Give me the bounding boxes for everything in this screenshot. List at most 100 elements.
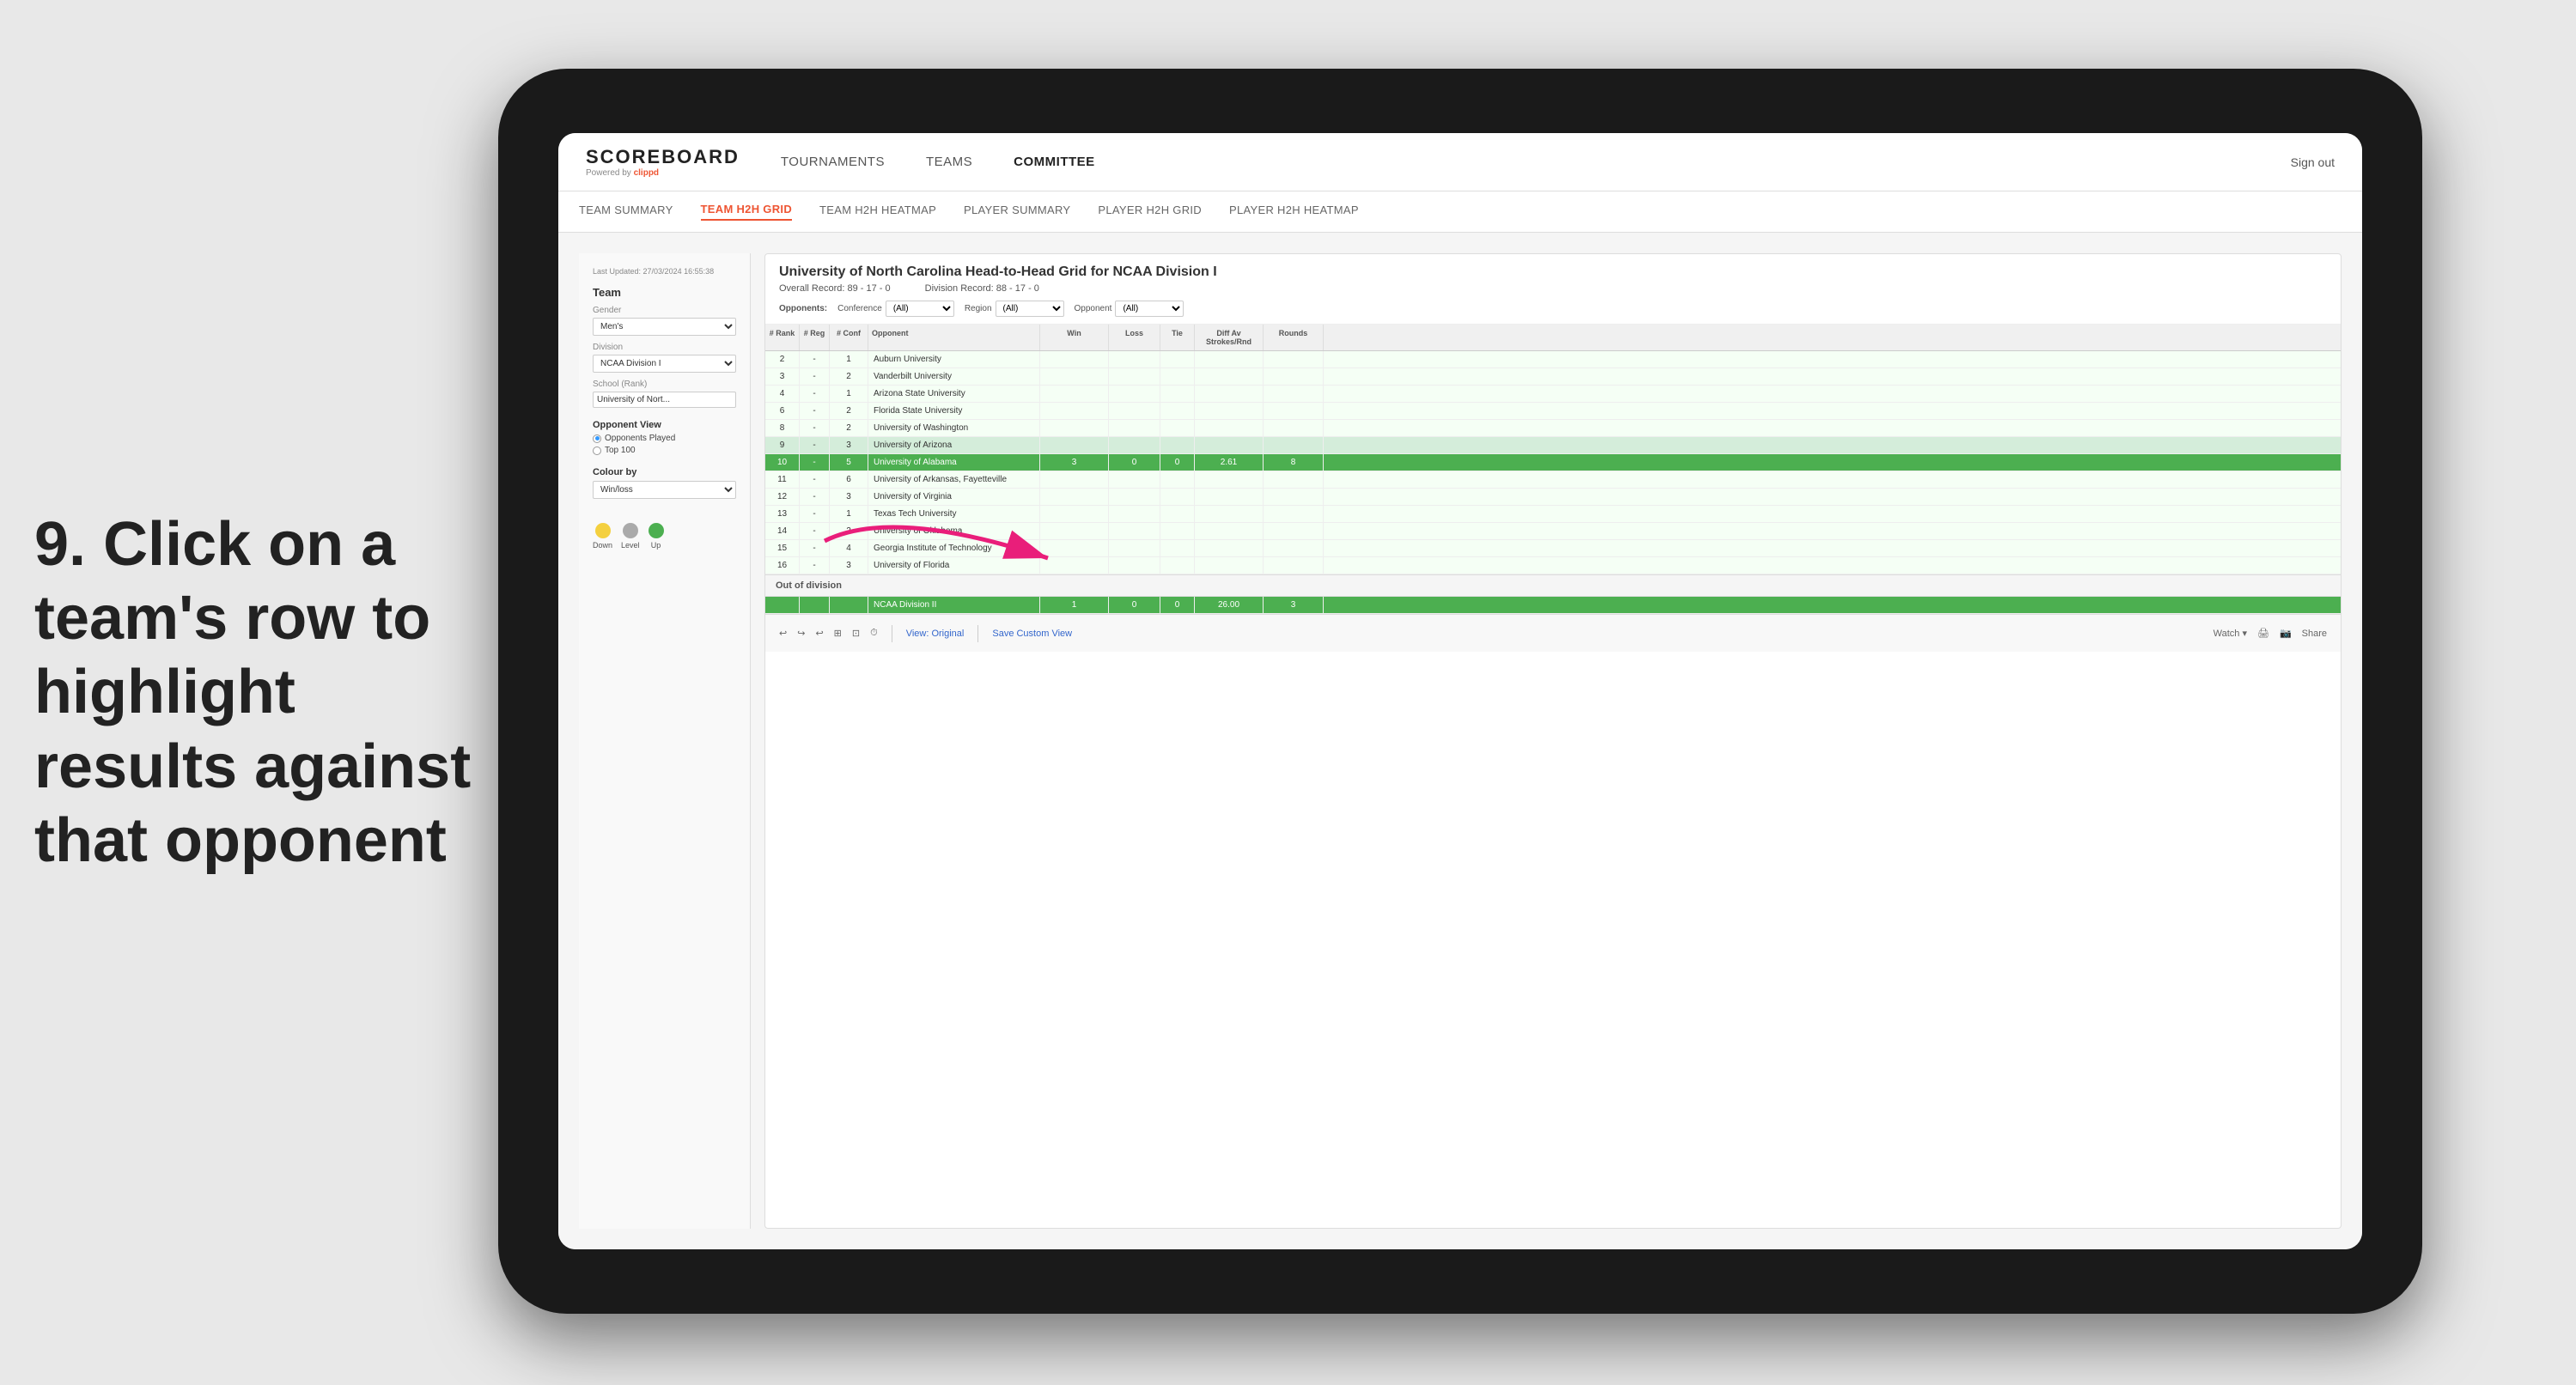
- cell-opponent: University of Oklahoma: [868, 523, 1040, 539]
- cell-rounds: [1264, 403, 1324, 419]
- cell-rank-ood: [765, 597, 800, 613]
- conference-select[interactable]: (All): [886, 301, 954, 317]
- logo-brand: clippd: [634, 168, 659, 178]
- sign-out-button[interactable]: Sign out: [2291, 155, 2335, 169]
- cell-reg: -: [800, 403, 830, 419]
- cell-reg-ood: [800, 597, 830, 613]
- tab-team-h2h-grid[interactable]: TEAM H2H GRID: [701, 203, 792, 221]
- cell-reg: -: [800, 540, 830, 556]
- table-row[interactable]: 4 - 1 Arizona State University: [765, 386, 2341, 403]
- opponent-view-title: Opponent View: [593, 420, 736, 430]
- cell-conf: 5: [830, 454, 868, 471]
- cell-win: [1040, 506, 1109, 522]
- last-updated: Last Updated: 27/03/2024 16:55:38: [593, 267, 736, 276]
- redo-button[interactable]: ↪: [797, 628, 805, 639]
- cell-opponent: Georgia Institute of Technology: [868, 540, 1040, 556]
- view-original-button[interactable]: View: Original: [906, 629, 965, 639]
- gender-select[interactable]: Men's: [593, 318, 736, 336]
- legend-down: Down: [593, 523, 612, 550]
- table-row[interactable]: 16 - 3 University of Florida: [765, 557, 2341, 574]
- cell-rank: 9: [765, 437, 800, 453]
- tab-player-summary[interactable]: PLAYER SUMMARY: [964, 203, 1070, 220]
- cell-loss: [1109, 403, 1160, 419]
- cell-reg: -: [800, 437, 830, 453]
- cell-opponent: University of Arizona: [868, 437, 1040, 453]
- cell-diff: [1195, 540, 1264, 556]
- cell-conf: 4: [830, 540, 868, 556]
- cell-loss: [1109, 471, 1160, 488]
- cell-conf: 1: [830, 506, 868, 522]
- cell-opponent: Auburn University: [868, 351, 1040, 368]
- cell-loss: [1109, 368, 1160, 385]
- nav-tournaments[interactable]: TOURNAMENTS: [781, 155, 885, 169]
- cell-tie: [1160, 557, 1195, 574]
- print-button[interactable]: 🖨: [2257, 628, 2269, 639]
- cell-diff: [1195, 437, 1264, 453]
- opponent-select[interactable]: (All): [1115, 301, 1184, 317]
- opponent-label: Opponent: [1075, 304, 1112, 313]
- clock-button[interactable]: ⏱: [870, 628, 878, 639]
- undo-button[interactable]: ↩: [779, 628, 787, 639]
- table-row[interactable]: 11 - 6 University of Arkansas, Fayettevi…: [765, 471, 2341, 489]
- scene: 9. Click on a team's row to highlight re…: [0, 0, 2576, 1385]
- cell-rounds: [1264, 471, 1324, 488]
- copy-button[interactable]: ⊞: [834, 628, 842, 639]
- table-row[interactable]: 12 - 3 University of Virginia: [765, 489, 2341, 506]
- share-button[interactable]: Share: [2302, 629, 2327, 639]
- table-row-alabama[interactable]: 10 - 5 University of Alabama 3 0 0 2.61 …: [765, 454, 2341, 471]
- table-row[interactable]: 6 - 2 Florida State University: [765, 403, 2341, 420]
- legend-level-circle: [623, 523, 638, 538]
- conference-filter: Conference (All): [837, 301, 954, 317]
- radio-top-100[interactable]: Top 100: [593, 446, 736, 455]
- col-loss: Loss: [1109, 325, 1160, 350]
- table-row[interactable]: 15 - 4 Georgia Institute of Technology: [765, 540, 2341, 557]
- col-diff: Diff Av Strokes/Rnd: [1195, 325, 1264, 350]
- paste-button[interactable]: ⊡: [852, 628, 860, 639]
- table-row[interactable]: 8 - 2 University of Washington: [765, 420, 2341, 437]
- table-row[interactable]: 13 - 1 Texas Tech University: [765, 506, 2341, 523]
- cell-rounds: [1264, 489, 1324, 505]
- redo2-button[interactable]: ↩: [815, 628, 823, 639]
- table-row[interactable]: 9 - 3 University of Arizona: [765, 437, 2341, 454]
- cell-reg: -: [800, 368, 830, 385]
- col-tie: Tie: [1160, 325, 1195, 350]
- cell-conf: 6: [830, 471, 868, 488]
- save-custom-button[interactable]: Save Custom View: [992, 629, 1072, 639]
- filter-row: Opponents: Conference (All) Region: [779, 301, 2327, 317]
- cell-loss: [1109, 489, 1160, 505]
- nav-committee[interactable]: COMMITTEE: [1014, 155, 1095, 169]
- watch-button[interactable]: Watch ▾: [2214, 628, 2247, 639]
- conference-label: Conference: [837, 304, 882, 313]
- cell-rank: 6: [765, 403, 800, 419]
- nav-teams[interactable]: TEAMS: [926, 155, 972, 169]
- tab-team-h2h-heatmap[interactable]: TEAM H2H HEATMAP: [819, 203, 936, 220]
- division-record: Division Record: 88 - 17 - 0: [925, 283, 1039, 294]
- table-row[interactable]: 14 - 2 University of Oklahoma: [765, 523, 2341, 540]
- division-select[interactable]: NCAA Division I: [593, 355, 736, 373]
- screenshot-button[interactable]: 📷: [2280, 628, 2292, 639]
- tab-player-h2h-heatmap[interactable]: PLAYER H2H HEATMAP: [1229, 203, 1359, 220]
- colour-by-title: Colour by: [593, 467, 736, 477]
- tab-player-h2h-grid[interactable]: PLAYER H2H GRID: [1098, 203, 1202, 220]
- cell-win: [1040, 437, 1109, 453]
- region-select[interactable]: (All): [996, 301, 1064, 317]
- cell-conf: 3: [830, 489, 868, 505]
- division-label: Division: [593, 343, 736, 352]
- cell-diff: [1195, 386, 1264, 402]
- main-content: Last Updated: 27/03/2024 16:55:38 Team G…: [558, 233, 2362, 1249]
- cell-diff: 2.61: [1195, 454, 1264, 471]
- instruction-text: 9. Click on a team's row to highlight re…: [34, 507, 498, 878]
- cell-win: [1040, 351, 1109, 368]
- colour-by-select[interactable]: Win/loss: [593, 481, 736, 499]
- cell-rounds: [1264, 506, 1324, 522]
- table-row-out-of-division[interactable]: NCAA Division II 1 0 0 26.00 3: [765, 597, 2341, 614]
- cell-diff: [1195, 506, 1264, 522]
- table-row[interactable]: 2 - 1 Auburn University: [765, 351, 2341, 368]
- radio-opponents-played[interactable]: Opponents Played: [593, 434, 736, 443]
- overall-record: Overall Record: 89 - 17 - 0: [779, 283, 891, 294]
- cell-rank: 14: [765, 523, 800, 539]
- tab-team-summary[interactable]: TEAM SUMMARY: [579, 203, 673, 220]
- cell-win: [1040, 420, 1109, 436]
- top-nav: SCOREBOARD Powered by clippd TOURNAMENTS…: [558, 133, 2362, 191]
- table-row[interactable]: 3 - 2 Vanderbilt University: [765, 368, 2341, 386]
